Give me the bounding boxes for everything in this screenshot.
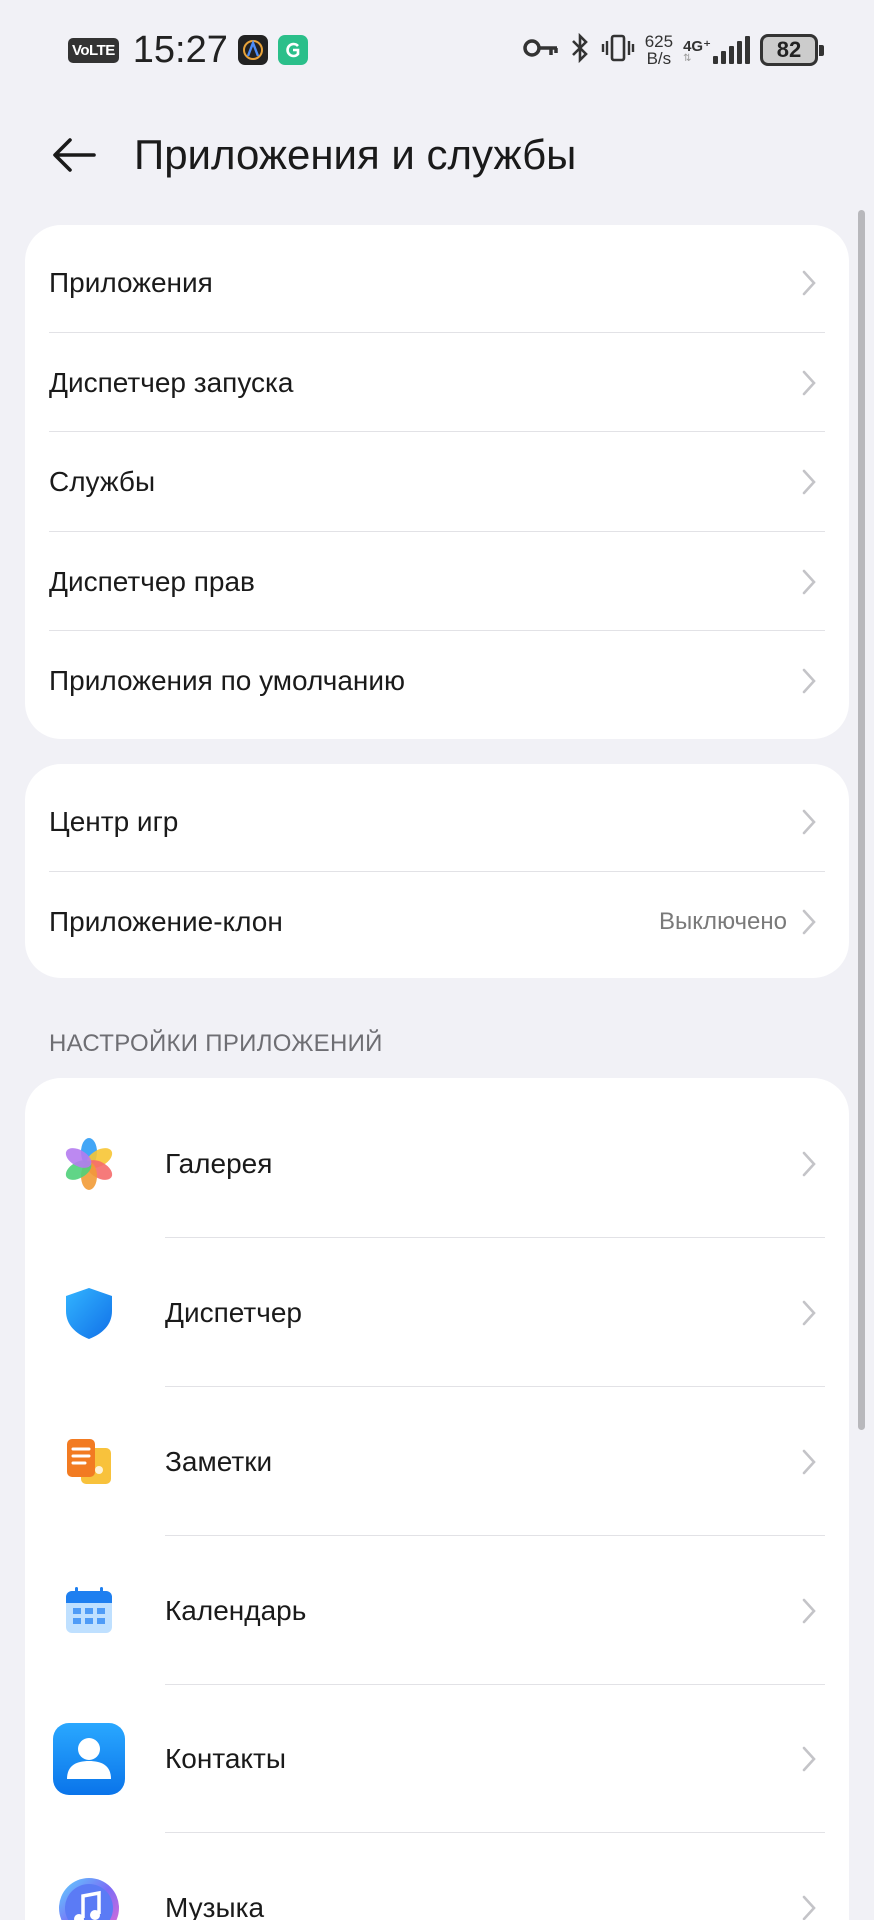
- chevron-right-icon: [801, 1744, 819, 1774]
- battery-indicator: 82: [760, 34, 824, 66]
- status-bar-left: VoLTE 15:27: [68, 29, 308, 72]
- app-item-music[interactable]: Музыка: [25, 1833, 849, 1920]
- notes-icon: [49, 1422, 129, 1502]
- app-item-label: Календарь: [165, 1594, 307, 1626]
- menu-item-label: Диспетчер запуска: [49, 366, 294, 398]
- music-icon: [49, 1868, 129, 1920]
- menu-item-game-center[interactable]: Центр игр: [25, 772, 849, 872]
- extra-settings-card: Центр игр Приложение-клон Выключено: [25, 764, 849, 978]
- menu-item-label: Приложения по умолчанию: [49, 665, 405, 696]
- gallery-icon: [49, 1124, 129, 1204]
- chevron-right-icon: [801, 268, 819, 298]
- volte-indicator: VoLTE: [68, 37, 119, 63]
- arrow-left-icon: [53, 138, 96, 172]
- app-item-label: Музыка: [165, 1891, 265, 1920]
- calendar-icon: [49, 1571, 129, 1651]
- chevron-right-icon: [801, 1298, 819, 1328]
- menu-item-applications[interactable]: Приложения: [25, 233, 849, 333]
- network-type: 4G⁺ ⇅: [683, 39, 711, 64]
- menu-item-permissions[interactable]: Диспетчер прав: [25, 532, 849, 631]
- signal-indicator: 4G⁺ ⇅: [683, 36, 750, 64]
- app-item-label: Галерея: [165, 1148, 273, 1179]
- app-item-gallery[interactable]: Галерея: [25, 1090, 849, 1238]
- app-item-notes[interactable]: Заметки: [25, 1387, 849, 1536]
- menu-item-app-twin[interactable]: Приложение-клон Выключено: [25, 872, 849, 972]
- app-item-contacts[interactable]: Контакты: [25, 1685, 849, 1833]
- app-item-optimizer[interactable]: Диспетчер: [25, 1238, 849, 1387]
- net-speed-value: 625: [644, 32, 674, 51]
- menu-item-label: Приложение-клон: [49, 906, 283, 937]
- app-settings-card: Галерея Диспетчер Заметки Календарь Конт…: [25, 1078, 849, 1920]
- contacts-icon: [49, 1719, 129, 1799]
- clock: 15:27: [132, 28, 228, 71]
- page-header: Приложения и службы: [0, 110, 874, 200]
- bluetooth-icon: [569, 32, 591, 68]
- menu-item-launch-manager[interactable]: Диспетчер запуска: [25, 333, 849, 432]
- menu-item-default-apps[interactable]: Приложения по умолчанию: [25, 631, 849, 731]
- chevron-right-icon: [801, 467, 819, 497]
- app-item-label: Диспетчер: [165, 1296, 302, 1328]
- network-type-label: 4G⁺: [683, 38, 711, 55]
- app-item-calendar[interactable]: Календарь: [25, 1536, 849, 1685]
- chevron-right-icon: [801, 1893, 819, 1920]
- vpn-key-icon: [522, 37, 559, 64]
- chevron-right-icon: [801, 907, 819, 937]
- app-twin-status: Выключено: [659, 908, 787, 935]
- notification-app-icon: [237, 35, 268, 65]
- notification-app-icon-green: [277, 35, 308, 65]
- back-button[interactable]: [34, 115, 114, 195]
- menu-item-label: Диспетчер прав: [49, 565, 255, 597]
- menu-item-label: Центр игр: [49, 806, 179, 837]
- optimizer-shield-icon: [49, 1273, 129, 1353]
- chevron-right-icon: [801, 368, 819, 398]
- menu-item-services[interactable]: Службы: [25, 432, 849, 532]
- general-settings-card: Приложения Диспетчер запуска Службы Дисп…: [25, 225, 849, 739]
- status-bar-right: 625 B/s 4G⁺ ⇅ 82: [522, 32, 824, 68]
- chevron-right-icon: [801, 567, 819, 597]
- vibrate-icon: [601, 33, 635, 68]
- status-bar: VoLTE 15:27 625 B/s 4G⁺ ⇅ 82: [0, 0, 874, 100]
- scrollbar[interactable]: [858, 210, 865, 1430]
- section-title-app-settings: НАСТРОЙКИ ПРИЛОЖЕНИЙ: [49, 1030, 383, 1057]
- page-title: Приложения и службы: [134, 131, 577, 178]
- chevron-right-icon: [801, 666, 819, 696]
- net-speed: 625 B/s: [645, 33, 673, 67]
- net-speed-unit: B/s: [646, 49, 672, 68]
- signal-icon: [713, 36, 750, 64]
- chevron-right-icon: [801, 1149, 819, 1179]
- menu-item-label: Службы: [49, 466, 156, 497]
- app-item-label: Контакты: [165, 1743, 286, 1774]
- app-item-label: Заметки: [165, 1445, 273, 1477]
- data-arrows-icon: ⇅: [683, 53, 692, 64]
- menu-item-label: Приложения: [49, 267, 213, 298]
- chevron-right-icon: [801, 807, 819, 837]
- chevron-right-icon: [801, 1596, 819, 1626]
- chevron-right-icon: [801, 1447, 819, 1477]
- battery-level: 82: [776, 37, 802, 62]
